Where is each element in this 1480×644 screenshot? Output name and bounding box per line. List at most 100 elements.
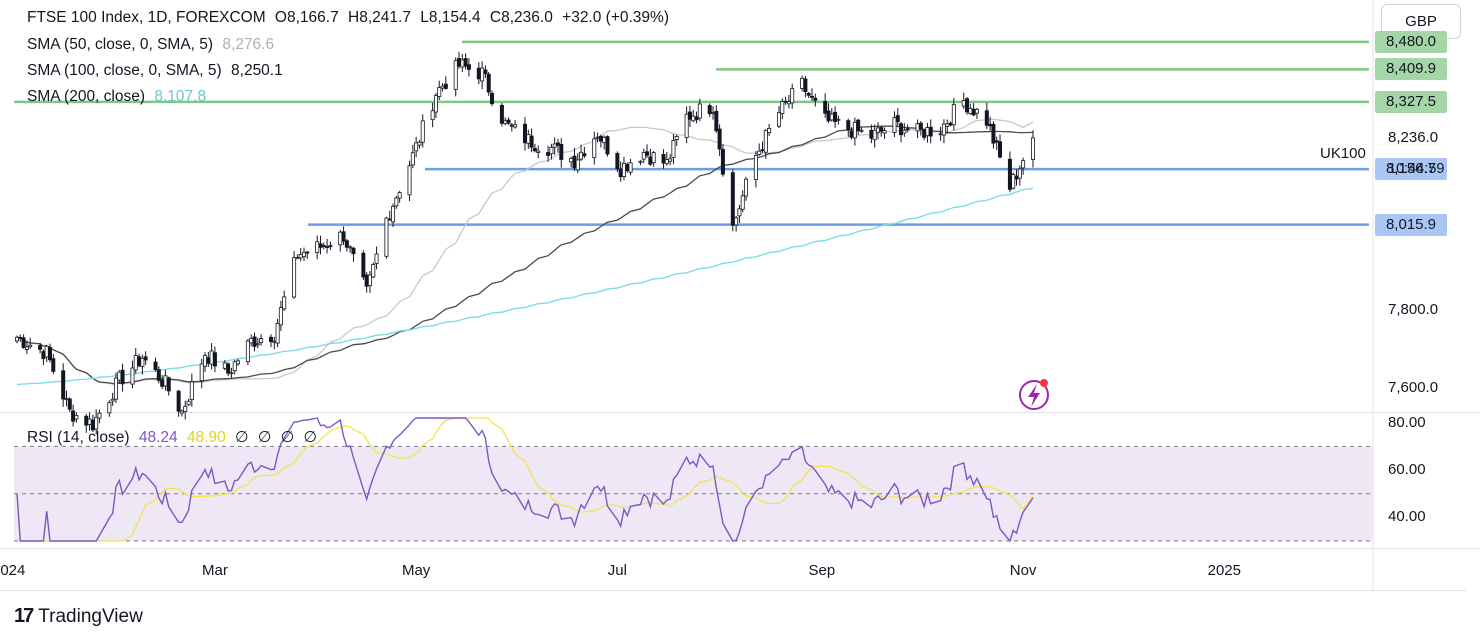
moving-averages [16, 118, 1034, 386]
candle-body [869, 129, 874, 139]
rsi-tick-label: 60.00 [1388, 461, 1426, 479]
candle-body [268, 336, 273, 343]
candle-body [259, 338, 264, 344]
change-value: +32.0 (+0.39%) [562, 9, 669, 26]
candle-body [371, 264, 376, 278]
candle-body [899, 123, 904, 136]
candle-body [813, 97, 818, 101]
level-price-tag: 8,480.0 [1375, 30, 1447, 53]
candle-body [272, 340, 277, 343]
chart-canvas[interactable]: 2024 Mar May Jul Sep Nov 2025 [0, 0, 1480, 644]
sma50-value: 8,276.6 [222, 36, 275, 53]
candle-body [130, 367, 135, 385]
candle-body [466, 64, 471, 70]
candle-body [113, 377, 118, 400]
candle-body [410, 152, 415, 166]
tradingview-logo[interactable]: 17 TradingView [14, 605, 143, 628]
sma100-line [16, 125, 1034, 385]
candle-body [922, 129, 927, 138]
candle-body [526, 134, 531, 144]
candle-body [212, 352, 217, 367]
candle-body [915, 123, 920, 132]
candle-body [602, 136, 607, 144]
candle-body [674, 136, 679, 141]
sma100-label: SMA (100, close, 0, SMA, 5) [27, 62, 222, 79]
close-label: C [489, 9, 502, 26]
candle-body [902, 129, 907, 134]
rsi-empty-1: ∅ [235, 429, 249, 446]
candle-body [292, 257, 297, 298]
candle-body [836, 118, 841, 121]
candle-body [64, 398, 69, 400]
tradingview-logo-icon: 17 [14, 605, 34, 627]
candle-body [744, 178, 749, 197]
rsi-empty-3: ∅ [280, 429, 295, 446]
candle-body [882, 130, 887, 134]
candle-body [618, 168, 623, 178]
candle-body [988, 123, 993, 127]
lightning-icon[interactable] [1019, 379, 1049, 410]
candle-body [341, 231, 346, 242]
high-value: 8,241.7 [359, 9, 411, 26]
candle-body [361, 252, 366, 278]
candle-body [777, 112, 782, 127]
candle-body [895, 115, 900, 123]
candle-body [625, 163, 630, 172]
legend-rsi[interactable]: RSI (14, close) 48.24 48.90 ∅ ∅ ∅ ∅ [27, 428, 322, 447]
low-value: 8,154.4 [428, 9, 481, 26]
candle-body [974, 108, 979, 114]
candle-body [592, 138, 597, 159]
legend-sma50[interactable]: SMA (50, close, 0, SMA, 5) 8,276.6 [27, 36, 279, 54]
candle-body [925, 127, 930, 137]
candle-body [209, 350, 214, 365]
candle-body [384, 217, 389, 257]
candle-body [97, 412, 102, 419]
candle-body [523, 123, 528, 144]
candles [14, 51, 1036, 435]
candle-body [387, 218, 392, 221]
rsi-empty-2: ∅ [257, 429, 272, 446]
candle-body [140, 357, 145, 367]
candle-body [529, 135, 534, 148]
candle-body [189, 381, 194, 401]
candle-body [315, 241, 320, 253]
time-tick-label: 2024 [0, 562, 25, 579]
candle-body [226, 363, 231, 374]
level-price-tag: 8,327.5 [1375, 90, 1447, 113]
candle-body [786, 101, 791, 105]
candle-body [463, 58, 468, 67]
high-label: H [348, 9, 360, 26]
candle-body [407, 165, 412, 196]
sma100-value: 8,250.1 [231, 62, 283, 79]
candle-body [707, 105, 712, 115]
candle-body [14, 336, 19, 342]
candle-body [852, 121, 857, 139]
candle-body [720, 148, 725, 175]
candle-body [137, 356, 142, 367]
sma200-label: SMA (200, close) [27, 88, 146, 105]
lightning-icon-dot [1040, 379, 1048, 387]
legend-sma200[interactable]: SMA (200, close) 8,107.8 [27, 88, 211, 106]
candle-body [203, 355, 208, 367]
candle-body [648, 156, 653, 165]
legend-sma100[interactable]: SMA (100, close, 0, SMA, 5) 8,250.1 [27, 62, 288, 80]
candle-body [509, 124, 514, 127]
candle-body [344, 240, 349, 248]
candle-body [486, 73, 491, 93]
candle-body [328, 245, 333, 248]
candle-body [483, 69, 488, 75]
candle-body [998, 141, 1003, 158]
time-tick-label: Mar [202, 562, 228, 579]
candle-body [391, 206, 396, 223]
candle-body [351, 247, 356, 255]
candle-body [536, 150, 541, 153]
candle-body [460, 59, 465, 68]
candle-body [367, 274, 372, 287]
candle-body [325, 246, 330, 248]
price-tick-label: 8,236.0 [1388, 128, 1439, 146]
candle-body [800, 77, 805, 89]
candle-body [278, 307, 283, 326]
candle-body [628, 162, 633, 173]
level-price-tag: 8,409.9 [1375, 58, 1447, 81]
candle-body [166, 377, 171, 392]
